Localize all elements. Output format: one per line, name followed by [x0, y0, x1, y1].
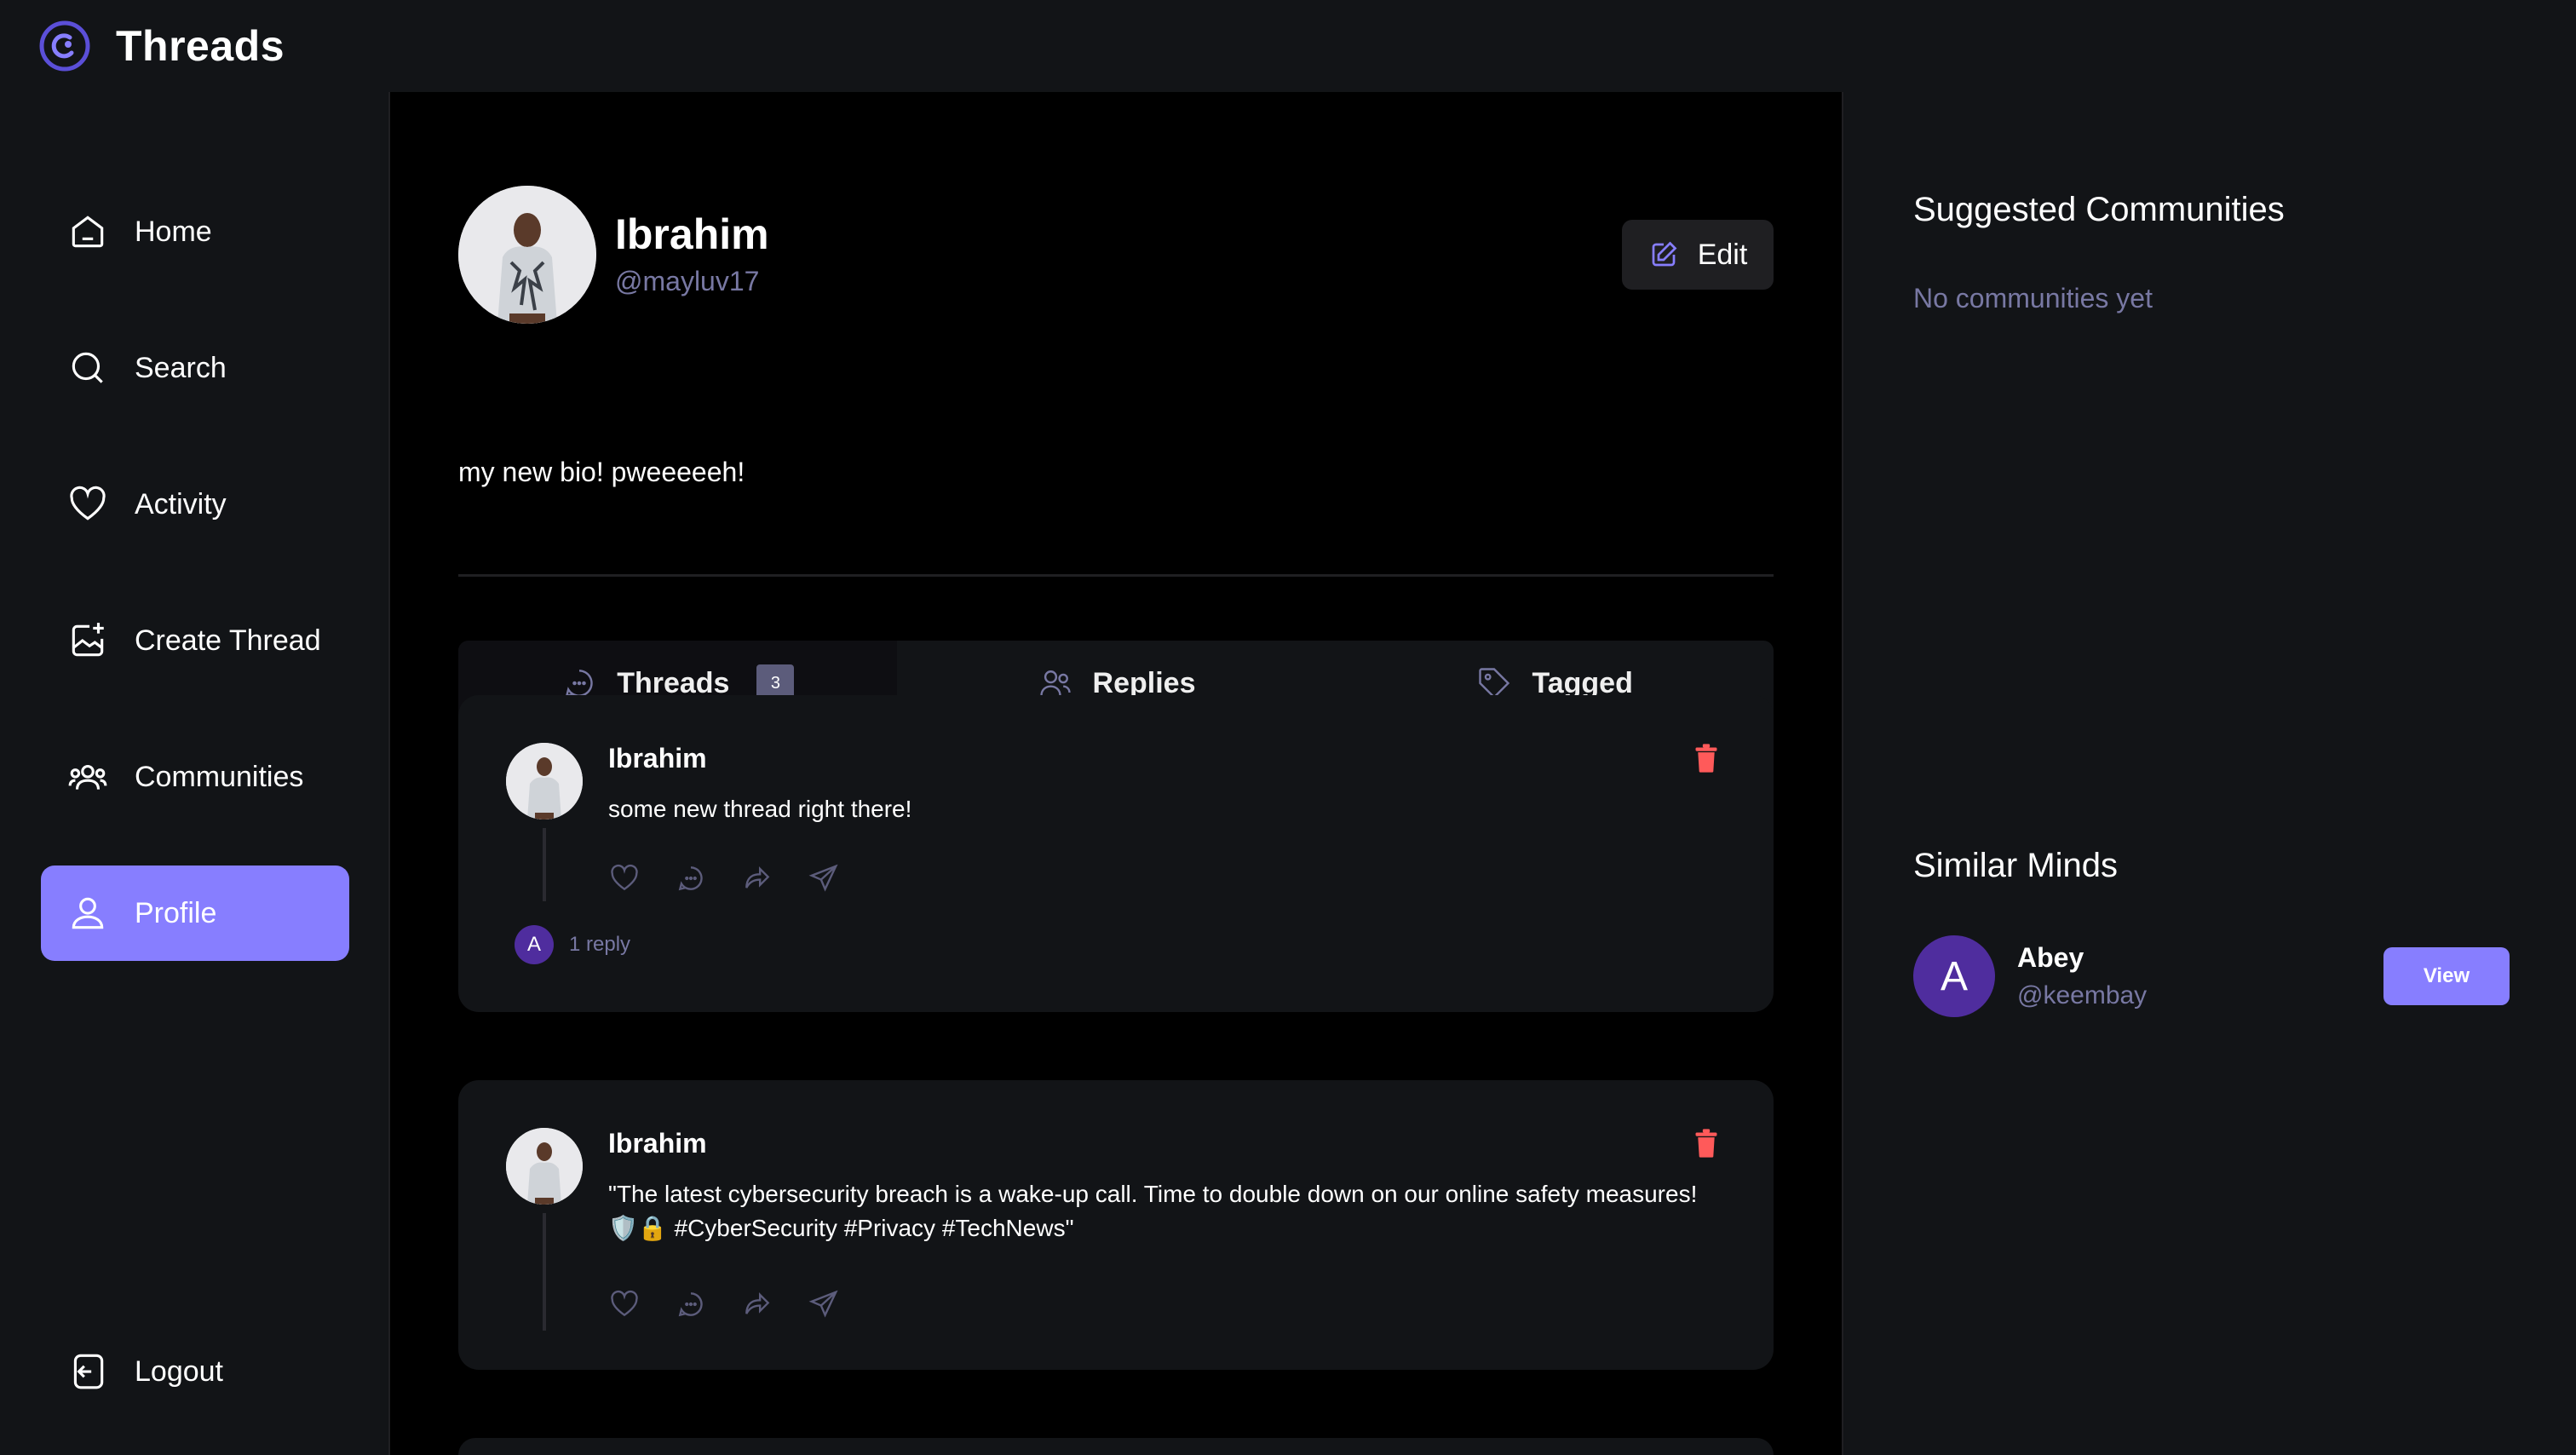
reply-avatar: A — [515, 925, 554, 964]
share-icon[interactable] — [808, 862, 840, 894]
thread-content: "The latest cybersecurity breach is a wa… — [608, 1181, 1698, 1241]
thread-content: some new thread right there! — [608, 796, 912, 822]
sidebar-item-search[interactable]: Search — [41, 320, 349, 416]
logout-label: Logout — [135, 1354, 223, 1388]
repost-icon[interactable] — [741, 862, 773, 894]
divider — [458, 574, 1774, 577]
view-user-button[interactable]: View — [2383, 947, 2510, 1005]
heart-icon — [70, 486, 106, 520]
user-icon — [72, 897, 104, 929]
author-avatar[interactable] — [506, 1128, 583, 1205]
thread-card — [458, 1438, 1774, 1455]
sidebar-item-label: Communities — [135, 760, 304, 793]
logout-icon — [73, 1354, 104, 1389]
user-name: Abey — [2017, 942, 2084, 973]
author-avatar[interactable] — [506, 743, 583, 820]
thread-actions — [608, 862, 840, 894]
share-icon[interactable] — [808, 1288, 840, 1320]
left-sidebar: Home Search Activity Create Thread Commu… — [0, 92, 390, 1455]
delete-icon[interactable] — [1692, 1128, 1721, 1159]
sidebar-item-label: Activity — [135, 487, 227, 520]
sidebar-item-label: Search — [135, 351, 227, 384]
create-thread-icon — [72, 623, 104, 657]
profile-handle: @mayluv17 — [615, 266, 760, 296]
top-bar: Threads — [0, 0, 2576, 92]
user-handle: @keembay — [2017, 981, 2148, 1009]
reply-summary[interactable]: A 1 reply — [515, 925, 630, 964]
heart-icon[interactable] — [608, 1288, 641, 1320]
reply-count: 1 reply — [569, 933, 631, 956]
sidebar-item-activity[interactable]: Activity — [41, 457, 349, 552]
sidebar-item-label: Profile — [135, 896, 217, 929]
heart-icon[interactable] — [608, 862, 641, 894]
sidebar-item-create-thread[interactable]: Create Thread — [41, 593, 349, 688]
reply-icon[interactable] — [675, 862, 707, 894]
thread-line — [543, 828, 546, 901]
delete-icon[interactable] — [1692, 743, 1721, 774]
edit-label: Edit — [1697, 238, 1748, 271]
sidebar-item-profile[interactable]: Profile — [41, 866, 349, 961]
similar-minds-title: Similar Minds — [1913, 847, 2119, 884]
app-title: Threads — [116, 22, 285, 70]
sidebar-item-label: Home — [135, 215, 212, 248]
edit-icon — [1652, 241, 1677, 267]
thread-card: Ibrahim some new thread right there! A 1… — [458, 695, 1774, 1012]
edit-profile-button[interactable]: Edit — [1622, 220, 1774, 290]
logout-button[interactable]: Logout — [41, 1324, 349, 1419]
search-icon — [72, 352, 103, 383]
user-avatar: A — [1913, 935, 1995, 1017]
thread-author[interactable]: Ibrahim — [608, 1128, 707, 1159]
thread-actions — [608, 1288, 840, 1320]
sidebar-item-communities[interactable]: Communities — [41, 729, 349, 825]
communities-icon — [68, 764, 107, 790]
sidebar-item-home[interactable]: Home — [41, 184, 349, 279]
repost-icon[interactable] — [741, 1288, 773, 1320]
communities-empty-text: No communities yet — [1913, 283, 2153, 313]
profile-name: Ibrahim — [615, 210, 769, 258]
thread-line — [543, 1213, 546, 1331]
logo-icon[interactable] — [37, 19, 92, 73]
right-sidebar: Suggested Communities No communities yet… — [1842, 92, 2576, 1455]
reply-icon[interactable] — [675, 1288, 707, 1320]
thread-author[interactable]: Ibrahim — [608, 743, 707, 774]
profile-bio: my new bio! pweeeeeh! — [458, 457, 745, 487]
thread-card: Ibrahim "The latest cybersecurity breach… — [458, 1080, 1774, 1370]
main-content: Ibrahim @mayluv17 Edit my new bio! pweee… — [390, 92, 1842, 1455]
suggested-communities-title: Suggested Communities — [1913, 191, 2285, 228]
home-icon — [72, 216, 104, 248]
profile-avatar — [458, 186, 596, 324]
sidebar-item-label: Create Thread — [135, 624, 321, 657]
